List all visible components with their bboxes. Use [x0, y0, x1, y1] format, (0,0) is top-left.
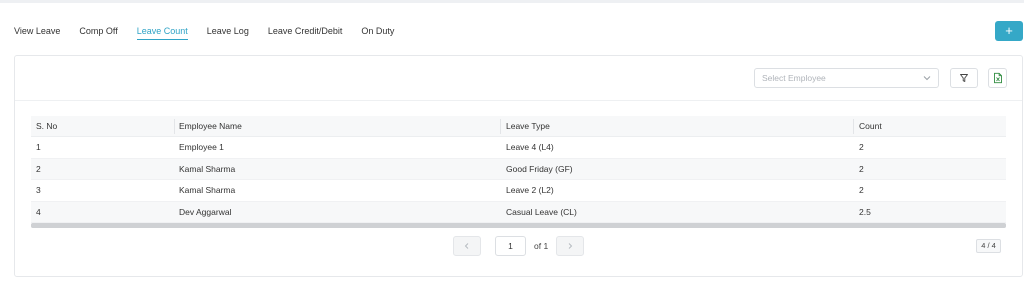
cell-s-no: 2 — [36, 163, 41, 174]
employee-select-placeholder: Select Employee — [762, 73, 826, 83]
table-row[interactable]: 2 Kamal Sharma Good Friday (GF) 2 — [31, 158, 1006, 180]
cell-count: 2 — [859, 185, 864, 195]
leave-count-table: S. No Employee Name Leave Type Count 1 E… — [31, 116, 1006, 223]
excel-export-button[interactable] — [988, 68, 1007, 88]
tab-comp-off[interactable]: Comp Off — [79, 20, 117, 44]
column-header-s-no: S. No — [36, 121, 58, 131]
cell-count: 2.5 — [859, 206, 871, 217]
add-button[interactable]: + — [995, 21, 1023, 41]
chevron-down-icon — [923, 76, 931, 81]
leave-count-card: Select Employee S. No Employee Name Leav… — [14, 55, 1023, 277]
tab-on-duty[interactable]: On Duty — [361, 20, 394, 44]
cell-leave-type: Good Friday (GF) — [506, 163, 573, 174]
cell-leave-type: Leave 2 (L2) — [506, 185, 554, 195]
column-divider — [853, 119, 854, 134]
cell-s-no: 1 — [36, 142, 41, 152]
record-count-badge: 4 / 4 — [976, 239, 1001, 253]
cell-employee-name: Kamal Sharma — [179, 163, 236, 174]
horizontal-scrollbar[interactable] — [31, 223, 1006, 228]
column-divider — [174, 119, 175, 134]
cell-count: 2 — [859, 163, 864, 174]
next-page-button[interactable] — [556, 236, 584, 256]
table-row[interactable]: 3 Kamal Sharma Leave 2 (L2) 2 — [31, 180, 1006, 202]
page-total-text: of 1 — [534, 241, 549, 251]
page-number-input[interactable]: 1 — [495, 236, 526, 256]
filter-button[interactable] — [950, 68, 978, 88]
table-row[interactable]: 1 Employee 1 Leave 4 (L4) 2 — [31, 137, 1006, 159]
column-header-count: Count — [859, 121, 882, 131]
filter-icon — [960, 74, 968, 82]
scrollbar-thumb[interactable] — [31, 223, 1006, 228]
cell-count: 2 — [859, 142, 864, 152]
card-toolbar: Select Employee — [15, 56, 1022, 101]
tab-leave-count[interactable]: Leave Count — [136, 20, 188, 44]
cell-leave-type: Casual Leave (CL) — [506, 206, 577, 217]
tab-view-leave[interactable]: View Leave — [14, 20, 60, 44]
table-header-row: S. No Employee Name Leave Type Count — [31, 116, 1006, 137]
cell-employee-name: Kamal Sharma — [179, 185, 236, 195]
cell-s-no: 4 — [36, 206, 41, 217]
tab-leave-log[interactable]: Leave Log — [207, 20, 249, 44]
employee-select[interactable]: Select Employee — [754, 68, 939, 88]
column-header-leave-type: Leave Type — [506, 121, 550, 131]
previous-page-button[interactable] — [453, 236, 481, 256]
leave-tabs: View Leave Comp Off Leave Count Leave Lo… — [14, 20, 413, 44]
table-row[interactable]: 4 Dev Aggarwal Casual Leave (CL) 2.5 — [31, 201, 1006, 223]
column-divider — [500, 119, 501, 134]
cell-employee-name: Dev Aggarwal — [179, 206, 232, 217]
column-header-employee-name: Employee Name — [179, 121, 242, 131]
excel-export-icon — [993, 72, 1002, 84]
chevron-right-icon — [568, 243, 573, 249]
cell-employee-name: Employee 1 — [179, 142, 224, 152]
cell-s-no: 3 — [36, 185, 41, 195]
chevron-left-icon — [464, 243, 469, 249]
cell-leave-type: Leave 4 (L4) — [506, 142, 554, 152]
tab-leave-credit-debit[interactable]: Leave Credit/Debit — [268, 20, 343, 44]
